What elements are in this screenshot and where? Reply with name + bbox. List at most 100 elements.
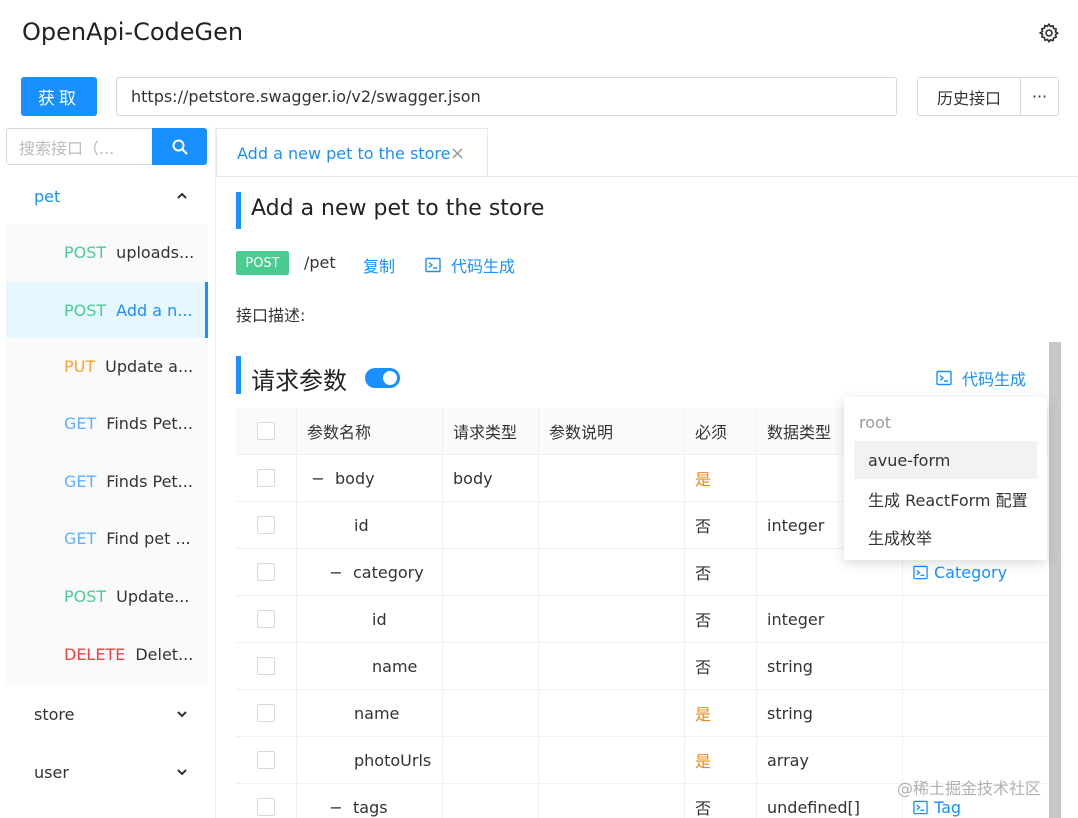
method-badge: POST <box>64 586 107 606</box>
param-name-cell: − body <box>297 455 443 501</box>
fetch-button[interactable]: 获取 <box>21 77 97 116</box>
table-row: name 否 string <box>236 643 1048 690</box>
param-in <box>443 549 539 595</box>
copy-link[interactable]: 复制 <box>363 253 395 277</box>
row-checkbox[interactable] <box>257 798 275 816</box>
collapse-icon[interactable]: − <box>311 469 325 488</box>
sidebar-group-label: store <box>34 704 75 724</box>
sidebar-item-label: Update... <box>116 586 190 606</box>
watermark: @稀土掘金技术社区 <box>897 779 1042 798</box>
row-select-cell <box>236 737 297 783</box>
sidebar-item-label: Update a... <box>105 356 194 376</box>
vertical-scrollbar[interactable] <box>1049 342 1061 818</box>
param-required: 是 <box>685 455 757 501</box>
sidebar-item-update-pet[interactable]: PUT Update a... <box>6 338 208 394</box>
sidebar-item-add-pet[interactable]: POST Add a n... <box>6 282 208 338</box>
param-name: id <box>297 502 443 548</box>
param-name: photoUrls <box>297 737 443 783</box>
more-button[interactable]: ··· <box>1020 77 1059 116</box>
sidebar-item-find-by-status[interactable]: GET Finds Pet... <box>6 395 208 451</box>
method-badge: POST <box>64 300 107 320</box>
sidebar-group-user[interactable]: user <box>0 744 208 800</box>
type-link-tag[interactable]: Tag <box>913 798 961 817</box>
search-icon <box>172 139 188 155</box>
method-badge: PUT <box>64 356 96 376</box>
param-name: name <box>297 643 443 689</box>
section-accent-bar <box>236 356 241 394</box>
history-button[interactable]: 历史接口 <box>917 77 1021 116</box>
method-badge: GET <box>64 413 97 433</box>
sidebar-item-upload[interactable]: POST uploads... <box>6 224 208 280</box>
dropdown-item-avue-form[interactable]: avue-form <box>854 441 1037 479</box>
param-required: 是 <box>685 690 757 736</box>
param-name: category <box>353 562 424 582</box>
codegen-label: 代码生成 <box>451 257 516 276</box>
row-checkbox[interactable] <box>257 610 275 628</box>
param-desc <box>539 549 685 595</box>
param-required: 否 <box>685 549 757 595</box>
dropdown-item-enum[interactable]: 生成枚举 <box>854 518 1037 556</box>
sidebar-item-find-by-tags[interactable]: GET Finds Pet... <box>6 453 208 509</box>
param-type: undefined[] <box>757 784 903 818</box>
row-checkbox[interactable] <box>257 751 275 769</box>
param-desc <box>539 596 685 642</box>
param-desc <box>539 455 685 501</box>
row-select-cell <box>236 596 297 642</box>
sidebar-item-label: Add a n... <box>116 300 193 320</box>
close-icon[interactable]: × <box>450 143 465 164</box>
tab-add-pet[interactable]: Add a new pet to the store × <box>216 128 488 177</box>
row-checkbox[interactable] <box>257 516 275 534</box>
method-tag: POST <box>236 251 289 275</box>
swagger-url-input[interactable] <box>116 77 897 116</box>
method-badge: POST <box>64 242 107 262</box>
dropdown-item-react-form[interactable]: 生成 ReactForm 配置 <box>854 480 1037 518</box>
param-in <box>443 502 539 548</box>
gear-icon[interactable] <box>1038 22 1060 44</box>
param-in <box>443 690 539 736</box>
search-input[interactable]: 搜索接口（... <box>6 128 153 165</box>
row-checkbox[interactable] <box>257 469 275 487</box>
sidebar-group-label: user <box>34 762 69 782</box>
params-codegen-link[interactable]: 代码生成 <box>936 366 1026 390</box>
param-desc <box>539 737 685 783</box>
table-row: id 否 integer <box>236 596 1048 643</box>
row-checkbox[interactable] <box>257 657 275 675</box>
sidebar-group-label: pet <box>34 186 61 206</box>
param-in <box>443 737 539 783</box>
param-required: 是 <box>685 737 757 783</box>
param-extra <box>903 596 1048 642</box>
param-desc <box>539 784 685 818</box>
collapse-icon[interactable]: − <box>329 563 343 582</box>
param-in <box>443 784 539 818</box>
sidebar-item-find-by-id[interactable]: GET Find pet ... <box>6 510 208 566</box>
select-all-checkbox[interactable] <box>257 422 275 440</box>
column-header: 必须 <box>685 408 757 454</box>
row-select-cell <box>236 784 297 818</box>
sidebar-group-pet[interactable]: pet <box>0 168 208 224</box>
sidebar-group-store[interactable]: store <box>0 686 208 742</box>
terminal-icon <box>936 370 952 386</box>
param-type: integer <box>757 596 903 642</box>
params-toggle[interactable] <box>365 368 400 388</box>
param-desc <box>539 502 685 548</box>
codegen-link[interactable]: 代码生成 <box>425 253 515 277</box>
codegen-dropdown: root avue-form 生成 ReactForm 配置 生成枚举 <box>844 397 1047 560</box>
param-type: array <box>757 737 903 783</box>
sidebar-item-update-form[interactable]: POST Update... <box>6 568 208 624</box>
column-header: 参数说明 <box>539 408 685 454</box>
row-checkbox[interactable] <box>257 563 275 581</box>
type-link-category[interactable]: Category <box>913 563 1007 582</box>
codegen-label: 代码生成 <box>962 370 1027 389</box>
table-row: name 是 string <box>236 690 1048 737</box>
row-checkbox[interactable] <box>257 704 275 722</box>
search-button[interactable] <box>152 128 207 165</box>
sidebar-item-delete-pet[interactable]: DELETE Delet... <box>6 626 208 682</box>
param-in: body <box>443 455 539 501</box>
column-header: 参数名称 <box>297 408 443 454</box>
param-required: 否 <box>685 784 757 818</box>
terminal-icon <box>913 565 928 579</box>
collapse-icon[interactable]: − <box>329 798 343 817</box>
param-name: id <box>297 596 443 642</box>
row-select-cell <box>236 502 297 548</box>
param-in <box>443 596 539 642</box>
